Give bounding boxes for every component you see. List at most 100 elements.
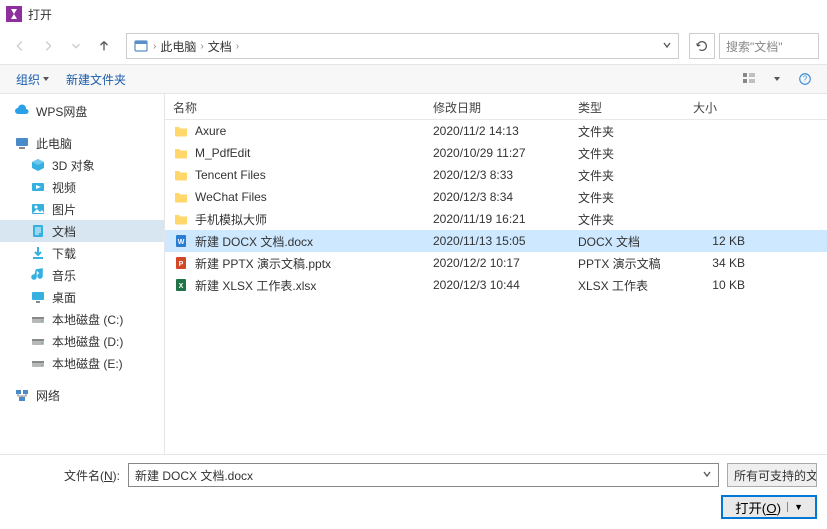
folder-icon	[173, 167, 189, 183]
sidebar-item-wps[interactable]: WPS网盘	[0, 100, 164, 122]
svg-text:P: P	[179, 261, 184, 268]
image-icon	[30, 201, 46, 217]
file-name: 新建 XLSX 工作表.xlsx	[195, 277, 316, 294]
chevron-down-icon[interactable]	[662, 39, 672, 53]
file-type: 文件夹	[570, 123, 685, 140]
sidebar-item-this-pc[interactable]: 此电脑	[0, 132, 164, 154]
folder-icon	[173, 211, 189, 227]
drive-icon	[30, 333, 46, 349]
svg-text:W: W	[178, 239, 185, 246]
chevron-right-icon: ›	[200, 41, 203, 52]
breadcrumb-item[interactable]: 文档	[208, 38, 232, 55]
file-row[interactable]: W 新建 DOCX 文档.docx 2020/11/13 15:05DOCX 文档1…	[165, 230, 827, 252]
file-size: 12 KB	[685, 234, 765, 248]
forward-button[interactable]	[36, 34, 60, 58]
sidebar-item[interactable]: 本地磁盘 (C:)	[0, 308, 164, 330]
file-name: 新建 DOCX 文档.docx	[195, 233, 313, 250]
app-icon	[6, 6, 22, 22]
sidebar-item[interactable]: 下载	[0, 242, 164, 264]
folder-icon	[173, 145, 189, 161]
file-size: 34 KB	[685, 256, 765, 270]
file-pane: 名称 修改日期 类型 大小 Axure2020/11/2 14:13文件夹M_P…	[165, 94, 827, 454]
breadcrumb-item[interactable]: 此电脑	[160, 38, 196, 55]
refresh-button[interactable]	[689, 33, 715, 59]
sidebar-item-network[interactable]: 网络	[0, 384, 164, 406]
location-icon	[133, 38, 149, 54]
file-date: 2020/12/3 8:33	[425, 168, 570, 182]
sidebar-item[interactable]: 视频	[0, 176, 164, 198]
sidebar-item[interactable]: 图片	[0, 198, 164, 220]
view-dropdown-icon[interactable]	[765, 67, 789, 91]
sidebar-item[interactable]: 本地磁盘 (E:)	[0, 352, 164, 374]
file-row[interactable]: Axure 2020/11/2 14:13文件夹	[165, 120, 827, 142]
chevron-right-icon: ›	[153, 41, 156, 52]
file-date: 2020/12/2 10:17	[425, 256, 570, 270]
file-type: 文件夹	[570, 211, 685, 228]
search-placeholder: 搜索"文档"	[726, 38, 783, 55]
file-name: 新建 PPTX 演示文稿.pptx	[195, 255, 331, 272]
help-button[interactable]: ?	[793, 67, 817, 91]
video-icon	[30, 179, 46, 195]
file-list[interactable]: Axure2020/11/2 14:13文件夹M_PdfEdit2020/10/…	[165, 120, 827, 454]
file-type: PPTX 演示文稿	[570, 255, 685, 272]
main-area: WPS网盘 此电脑 3D 对象视频图片文档下载音乐桌面本地磁盘 (C:)本地磁盘…	[0, 94, 827, 454]
xls-icon: X	[173, 277, 189, 293]
file-type: DOCX 文档	[570, 233, 685, 250]
file-row[interactable]: X新建 XLSX 工作表.xlsx2020/12/3 10:44XLSX 工作表…	[165, 274, 827, 296]
window-title: 打开	[28, 6, 52, 23]
up-button[interactable]	[92, 34, 116, 58]
column-header-type[interactable]: 类型	[570, 94, 685, 119]
dialog-footer: 文件名(N): 新建 DOCX 文档.docx 所有可支持的文 打开(O) ▼	[0, 454, 827, 529]
file-row[interactable]: M_PdfEdit2020/10/29 11:27文件夹	[165, 142, 827, 164]
file-date: 2020/11/2 14:13	[425, 124, 570, 138]
file-type: 文件夹	[570, 189, 685, 206]
navigation-bar: › 此电脑 › 文档 › 搜索"文档"	[0, 28, 827, 64]
organize-menu[interactable]: 组织	[10, 69, 56, 90]
pc-icon	[14, 135, 30, 151]
file-date: 2020/11/13 15:05	[425, 234, 570, 248]
file-date: 2020/10/29 11:27	[425, 146, 570, 160]
column-header-date[interactable]: 修改日期	[425, 94, 570, 119]
sidebar: WPS网盘 此电脑 3D 对象视频图片文档下载音乐桌面本地磁盘 (C:)本地磁盘…	[0, 94, 165, 454]
file-row[interactable]: P 新建 PPTX 演示文稿.pptx 2020/12/2 10:17PPTX 演示…	[165, 252, 827, 274]
search-input[interactable]: 搜索"文档"	[719, 33, 819, 59]
back-button[interactable]	[8, 34, 32, 58]
file-row[interactable]: 手机模拟大师2020/11/19 16:21文件夹	[165, 208, 827, 230]
filename-label: 文件名(N):	[10, 467, 120, 484]
svg-text:?: ?	[803, 75, 808, 84]
chevron-down-icon[interactable]	[702, 468, 712, 482]
column-headers: 名称 修改日期 类型 大小	[165, 94, 827, 120]
file-row[interactable]: WeChat Files2020/12/3 8:34文件夹	[165, 186, 827, 208]
music-icon	[30, 267, 46, 283]
recent-locations-button[interactable]	[64, 34, 88, 58]
file-name: M_PdfEdit	[195, 146, 250, 160]
file-name: Tencent Files	[195, 168, 266, 182]
file-row[interactable]: Tencent Files 2020/12/3 8:33文件夹	[165, 164, 827, 186]
folder-icon	[173, 123, 189, 139]
network-icon	[14, 387, 30, 403]
address-bar[interactable]: › 此电脑 › 文档 ›	[126, 33, 679, 59]
sidebar-item[interactable]: 3D 对象	[0, 154, 164, 176]
toolbar: 组织 新建文件夹 ?	[0, 64, 827, 94]
open-button[interactable]: 打开(O) ▼	[721, 495, 817, 519]
new-folder-button[interactable]: 新建文件夹	[60, 69, 132, 90]
file-name: WeChat Files	[195, 190, 267, 204]
file-name: Axure	[195, 124, 226, 138]
cloud-icon	[14, 103, 30, 119]
cube-icon	[30, 157, 46, 173]
svg-text:X: X	[179, 283, 184, 290]
sidebar-item[interactable]: 桌面	[0, 286, 164, 308]
column-header-name[interactable]: 名称	[165, 94, 425, 119]
sidebar-item[interactable]: 本地磁盘 (D:)	[0, 330, 164, 352]
sidebar-item[interactable]: 文档	[0, 220, 164, 242]
filetype-select[interactable]: 所有可支持的文	[727, 463, 817, 487]
folder-icon	[173, 189, 189, 205]
view-options-button[interactable]	[737, 67, 761, 91]
filename-input[interactable]: 新建 DOCX 文档.docx	[128, 463, 719, 487]
file-type: XLSX 工作表	[570, 277, 685, 294]
chevron-right-icon: ›	[236, 41, 239, 52]
file-type: 文件夹	[570, 167, 685, 184]
column-header-size[interactable]: 大小	[685, 94, 765, 119]
sidebar-item[interactable]: 音乐	[0, 264, 164, 286]
drive-icon	[30, 311, 46, 327]
